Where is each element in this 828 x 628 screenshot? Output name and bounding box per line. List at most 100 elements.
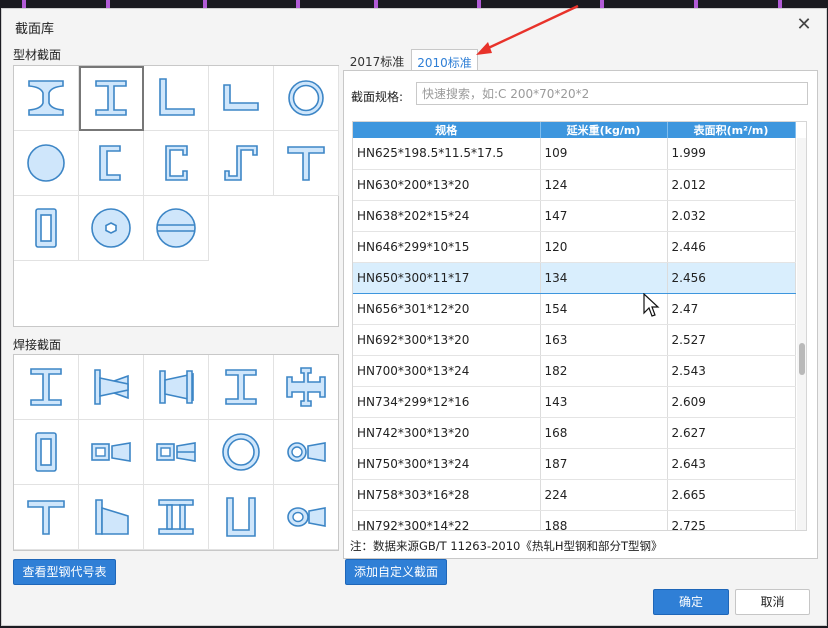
cell-weight: 143	[540, 386, 668, 418]
mouse-cursor-icon	[643, 293, 660, 317]
unequal-angle-icon	[223, 84, 259, 111]
close-icon[interactable]: ✕	[794, 15, 814, 35]
cross-section-icon	[286, 367, 326, 407]
table-row[interactable]: HN692*300*13*20 163 2.527	[353, 324, 796, 356]
shape-cell[interactable]	[144, 355, 209, 420]
shape-cell[interactable]	[144, 66, 209, 131]
welded-section-label: 焊接截面	[13, 338, 62, 352]
add-custom-section-button[interactable]: 添加自定义截面	[345, 559, 447, 585]
table-header-row: 规格 延米重(kg/m) 表面积(m²/m)	[353, 122, 796, 138]
shape-cell[interactable]	[14, 485, 79, 550]
column-header-area[interactable]: 表面积(m²/m)	[667, 122, 796, 138]
cell-weight: 224	[540, 479, 668, 511]
table-row[interactable]: HN646*299*10*15 120 2.446	[353, 231, 796, 263]
shape-cell[interactable]	[79, 131, 144, 196]
pipe-icon	[288, 80, 324, 116]
cell-area: 2.725	[667, 510, 796, 530]
shape-cell[interactable]	[144, 485, 209, 550]
welded-pipe-icon	[222, 433, 260, 471]
cell-area: 2.032	[667, 200, 796, 232]
shape-cell[interactable]	[14, 420, 79, 485]
column-header-spec[interactable]: 规格	[353, 122, 541, 138]
cell-spec: HN638*202*15*24	[353, 200, 541, 232]
shape-cell[interactable]	[14, 131, 79, 196]
tapered-double-i-icon	[159, 370, 194, 404]
round-bar-icon	[27, 144, 65, 182]
section-library-dialog: 截面库 ✕ 型材截面 焊接截面 查看型钢代号表 2017标准 2010标准 截面…	[1, 8, 827, 626]
cell-area: 2.527	[667, 324, 796, 356]
shape-cell[interactable]	[144, 196, 209, 261]
column-header-weight[interactable]: 延米重(kg/m)	[540, 122, 668, 138]
i-beam-icon	[28, 80, 64, 116]
shape-cell[interactable]	[79, 485, 144, 550]
cell-area: 2.643	[667, 448, 796, 480]
shape-cell[interactable]	[209, 420, 274, 485]
cell-area: 2.627	[667, 417, 796, 449]
cell-weight: 120	[540, 231, 668, 263]
cell-area: 2.456	[667, 261, 796, 294]
table-row[interactable]: HN656*301*12*20 154 2.47	[353, 293, 796, 325]
double-i-icon	[158, 499, 194, 535]
vertical-scrollbar[interactable]	[797, 138, 806, 530]
channel-icon	[99, 145, 121, 181]
shape-cell[interactable]	[274, 131, 339, 196]
cell-spec: HN630*200*13*20	[353, 169, 541, 201]
table-row[interactable]: HN630*200*13*20 124 2.012	[353, 169, 796, 201]
shape-cell[interactable]	[274, 485, 338, 550]
cell-spec: HN646*299*10*15	[353, 231, 541, 263]
table-row[interactable]: HN700*300*13*24 182 2.543	[353, 355, 796, 387]
shape-cell[interactable]	[79, 355, 144, 420]
shape-cell[interactable]	[274, 66, 339, 131]
tapered-pipe-icon	[287, 442, 326, 462]
shape-cell[interactable]	[79, 196, 144, 261]
tapered-i-icon	[94, 369, 129, 405]
shape-cell[interactable]	[209, 66, 274, 131]
shape-cell[interactable]	[209, 355, 274, 420]
cell-spec: HN625*198.5*11.5*17.5	[353, 138, 541, 170]
angle-icon	[159, 78, 195, 116]
data-source-note: 注：数据来源GB/T 11263-2010《热轧H型钢和部分T型钢》	[350, 539, 663, 553]
steel-code-table-button[interactable]: 查看型钢代号表	[13, 559, 116, 585]
shape-cell[interactable]	[14, 66, 79, 131]
shape-cell[interactable]	[144, 420, 209, 485]
shape-cell[interactable]	[209, 485, 274, 550]
table-row[interactable]: HN734*299*12*16 143 2.609	[353, 386, 796, 418]
shape-cell[interactable]	[79, 420, 144, 485]
cell-area: 2.665	[667, 479, 796, 511]
shape-cell[interactable]	[274, 420, 338, 485]
table-row[interactable]: HN625*198.5*11.5*17.5 109 1.999	[353, 138, 796, 170]
cell-weight: 182	[540, 355, 668, 387]
shape-cell[interactable]	[209, 131, 274, 196]
t-section-icon	[287, 146, 325, 181]
cell-weight: 187	[540, 448, 668, 480]
search-label: 截面规格:	[351, 90, 404, 104]
cancel-button[interactable]: 取消	[735, 589, 810, 615]
shape-cell[interactable]	[79, 66, 144, 131]
table-row[interactable]: HN650*300*11*17 134 2.456	[353, 261, 796, 294]
table-row[interactable]: HN742*300*13*20 168 2.627	[353, 417, 796, 449]
table-row[interactable]: HN758*303*16*28 224 2.665	[353, 479, 796, 511]
cell-weight: 188	[540, 510, 668, 530]
u-section-icon	[226, 497, 256, 537]
welded-t-icon	[27, 500, 65, 535]
ok-button[interactable]: 确定	[653, 589, 729, 615]
cell-weight: 134	[540, 261, 668, 294]
table-row[interactable]: HN750*300*13*24 187 2.643	[353, 448, 796, 480]
table-row[interactable]: HN792*300*14*22 188 2.725	[353, 510, 796, 530]
shape-cell[interactable]	[274, 355, 338, 420]
shape-cell[interactable]	[14, 196, 79, 261]
lipped-channel-icon	[165, 145, 188, 181]
tapered-box-icon	[91, 442, 131, 462]
scrollbar-thumb[interactable]	[799, 343, 805, 375]
cell-spec: HN792*300*14*22	[353, 510, 541, 530]
rect-tube-icon	[35, 208, 57, 248]
cell-spec: HN734*299*12*16	[353, 386, 541, 418]
cell-weight: 124	[540, 169, 668, 201]
cell-area: 2.543	[667, 355, 796, 387]
search-input[interactable]	[416, 82, 808, 105]
welded-h-icon	[225, 369, 257, 405]
z-section-icon	[224, 145, 258, 181]
shape-cell[interactable]	[14, 355, 79, 420]
table-row[interactable]: HN638*202*15*24 147 2.032	[353, 200, 796, 232]
shape-cell[interactable]	[144, 131, 209, 196]
